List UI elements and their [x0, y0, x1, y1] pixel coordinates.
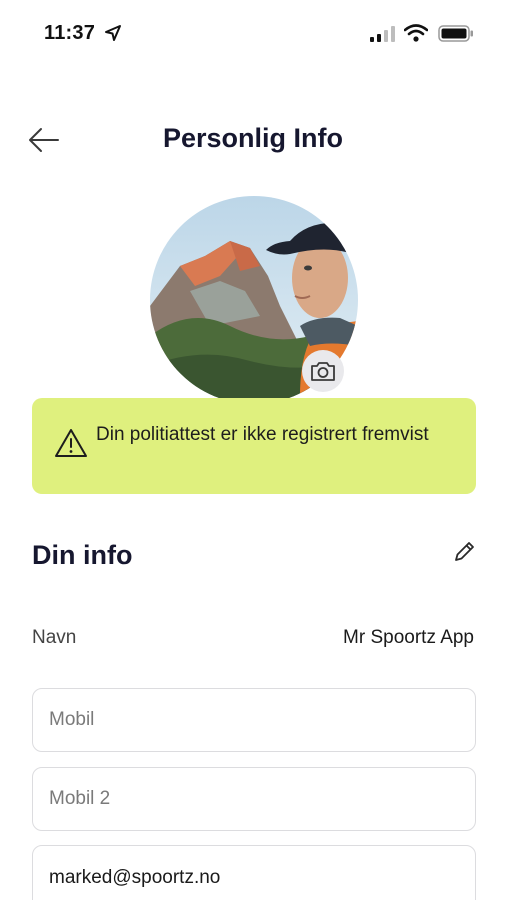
status-bar: 11:37: [0, 0, 506, 68]
change-photo-button[interactable]: [302, 350, 344, 392]
wifi-icon: [404, 24, 428, 42]
location-arrow-icon: [105, 25, 121, 41]
email-field[interactable]: [32, 845, 476, 900]
alert-text: Din politiattest er ikke registrert frem…: [96, 424, 429, 445]
section-title: Din info: [32, 540, 133, 570]
camera-icon: [311, 362, 335, 381]
edit-button[interactable]: [448, 536, 480, 568]
battery-icon: [438, 25, 473, 42]
police-certificate-alert: Din politiattest er ikke registrert frem…: [32, 398, 476, 494]
status-time: 11:37: [44, 22, 96, 44]
pencil-icon: [455, 542, 474, 561]
mobile-field[interactable]: [32, 688, 476, 752]
page-title: Personlig Info: [162, 123, 343, 153]
name-value: Mr Spoortz App: [343, 627, 474, 648]
name-label: Navn: [32, 627, 77, 648]
mobile-2-field[interactable]: [32, 767, 476, 831]
signal-icon: [370, 26, 395, 42]
warning-triangle-icon: [55, 429, 87, 457]
header: Personlig Info: [0, 110, 506, 170]
